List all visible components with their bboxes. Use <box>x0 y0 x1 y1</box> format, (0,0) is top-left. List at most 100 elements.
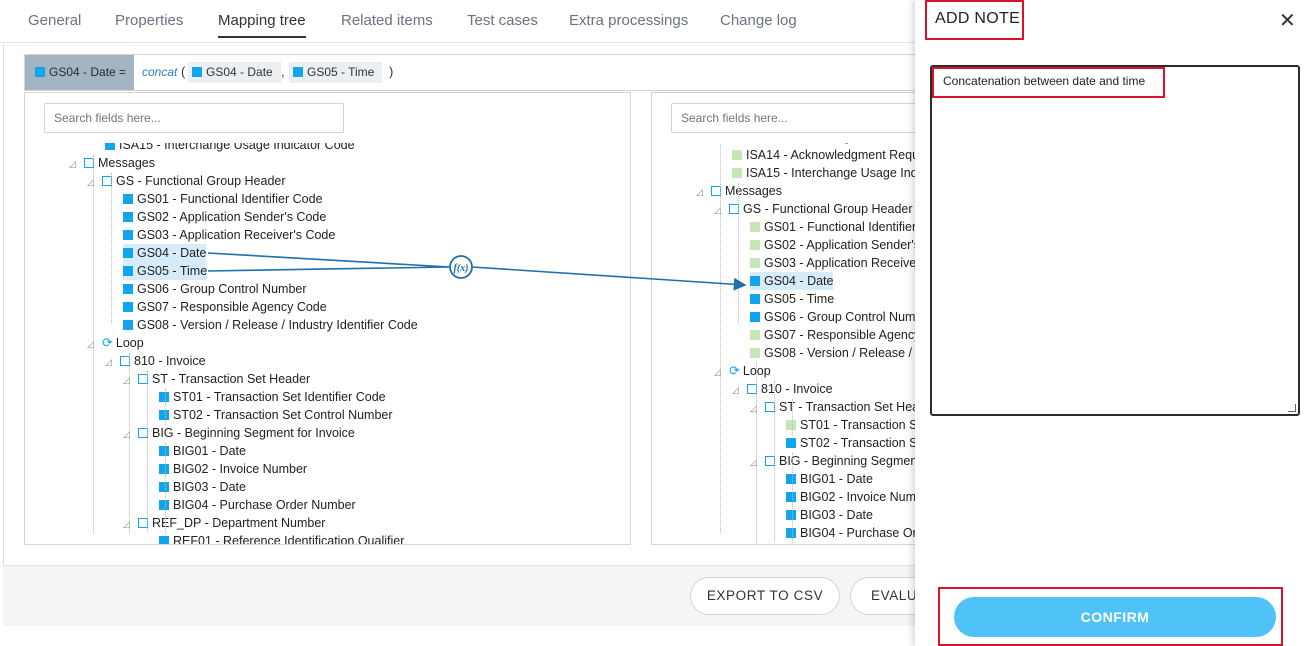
field-square-icon <box>293 67 303 77</box>
tree-row[interactable]: REF01 - Reference Identification Qualifi… <box>159 532 404 544</box>
target-tree-panel: ISA13 - Interchange Control NumberISA14 … <box>651 92 951 545</box>
field-square-icon <box>786 474 796 484</box>
formula-arg-2-label: GS05 - Time <box>307 65 375 79</box>
tree-row[interactable]: ST02 - Transaction Set Control Number <box>159 406 393 424</box>
field-square-icon <box>786 510 796 520</box>
tree-row[interactable]: GS02 - Application Sender's Code <box>123 208 326 226</box>
tree-row[interactable]: BIG03 - Date <box>159 478 246 496</box>
tree-row-label: GS - Functional Group Header <box>116 174 286 188</box>
tree-row-label: 810 - Invoice <box>134 354 206 368</box>
formula-arg-2[interactable]: GS05 - Time <box>289 62 383 83</box>
tab-test-cases[interactable]: Test cases <box>467 12 538 29</box>
tree-guide-line <box>129 353 130 533</box>
tree-row[interactable]: ◿ GS - Functional Group Header <box>87 172 286 190</box>
tab-properties[interactable]: Properties <box>115 12 183 29</box>
open-paren: ( <box>181 64 186 79</box>
tree-row[interactable]: GS06 - Group Control Number <box>750 308 934 326</box>
tree-row[interactable]: BIG02 - Invoice Number <box>159 460 307 478</box>
tree-row[interactable]: ◿ ⟳ Loop <box>714 362 771 380</box>
tree-guide-line <box>756 363 757 543</box>
field-square-icon <box>159 410 169 420</box>
tree-row-label: BIG - Beginning Segment for Invoice <box>152 426 355 440</box>
field-square-icon <box>35 67 45 77</box>
source-search-input[interactable] <box>44 103 344 133</box>
tree-row[interactable]: ISA15 - Interchange Usage Indicator Code <box>105 143 355 154</box>
tree-row[interactable]: GS07 - Responsible Agency Code <box>123 298 327 316</box>
tree-row[interactable]: ◿BIG - Beginning Segment for Invoice <box>123 424 355 442</box>
tab-mapping-tree[interactable]: Mapping tree <box>218 12 306 38</box>
tree-row-label: GS05 - Time <box>764 292 835 306</box>
tree-guide-line <box>165 443 166 533</box>
note-text-highlight-box <box>932 67 1165 98</box>
field-square-icon <box>123 230 133 240</box>
tree-row[interactable]: ST01 - Transaction Set Identifier Code <box>159 388 386 406</box>
tree-row-label: ST02 - Transaction Set Control Number <box>173 408 393 422</box>
tree-row[interactable]: BIG02 - Invoice Number <box>786 488 934 506</box>
tree-row[interactable]: ◿ Messages <box>69 154 155 172</box>
loop-icon: ⟳ <box>729 363 740 378</box>
export-csv-button[interactable]: EXPORT TO CSV <box>690 577 840 615</box>
expand-toggle-icon[interactable]: ◿ <box>105 353 117 371</box>
tree-guide-line <box>93 155 94 533</box>
tree-row-label: ST01 - Transaction Set Identifier Code <box>173 390 386 404</box>
tree-row[interactable]: GS08 - Version / Release / Industry Iden… <box>123 316 418 334</box>
loop-icon: ⟳ <box>102 335 113 350</box>
title-highlight-box <box>925 0 1024 40</box>
close-icon[interactable]: ✕ <box>1279 8 1296 33</box>
tree-row-label: BIG01 - Date <box>800 472 873 486</box>
tree-row-label: GS06 - Group Control Number <box>764 310 934 324</box>
tree-row[interactable]: ◿ GS - Functional Group Header <box>714 200 913 218</box>
tree-guide-line <box>720 143 721 533</box>
tree-row[interactable]: GS04 - Date <box>123 244 207 262</box>
tree-guide-line <box>792 453 793 543</box>
tree-row[interactable]: ◿ REF_DP - Department Number <box>123 514 325 532</box>
expand-toggle-icon[interactable]: ◿ <box>696 183 708 201</box>
tab-general[interactable]: General <box>28 12 81 29</box>
tree-row[interactable]: GS04 - Date <box>750 272 834 290</box>
tab-change-log[interactable]: Change log <box>720 12 797 29</box>
tree-row-label: ST - Transaction Set Header <box>152 372 311 386</box>
expand-toggle-icon[interactable]: ◿ <box>732 381 744 399</box>
tree-row[interactable]: ◿ ⟳ Loop <box>87 334 144 352</box>
tree-row-label: BIG02 - Invoice Number <box>173 462 308 476</box>
tree-row[interactable]: BIG01 - Date <box>786 470 873 488</box>
formula-arg-1-label: GS04 - Date <box>206 65 273 79</box>
field-square-icon <box>750 348 760 358</box>
field-square-icon <box>159 536 169 544</box>
tree-row[interactable]: ◿ ST - Transaction Set Header <box>750 398 937 416</box>
tree-row-label: BIG04 - Purchase Order Number <box>173 498 356 512</box>
field-square-icon <box>159 464 169 474</box>
field-square-icon <box>750 294 760 304</box>
formula-function[interactable]: concat <box>142 65 177 79</box>
field-square-icon <box>786 420 796 430</box>
tree-row[interactable]: GS06 - Group Control Number <box>123 280 307 298</box>
tree-row-label: 810 - Invoice <box>761 382 833 396</box>
tree-row[interactable]: GS01 - Functional Identifier Code <box>123 190 323 208</box>
tree-row[interactable]: GS05 - Time <box>750 290 834 308</box>
resize-handle-icon[interactable] <box>1288 404 1296 412</box>
close-paren: ) <box>389 64 394 79</box>
tab-extra-processings[interactable]: Extra processings <box>569 12 688 29</box>
tree-guide-line <box>738 183 739 323</box>
expand-toggle-icon[interactable]: ◿ <box>69 155 81 173</box>
tree-row[interactable]: ◿ 810 - Invoice <box>732 380 833 398</box>
tree-row[interactable]: BIG04 - Purchase Order Number <box>159 496 356 514</box>
tree-row[interactable]: GS03 - Application Receiver's Code <box>123 226 335 244</box>
target-search-input[interactable] <box>671 103 931 133</box>
tab-related-items[interactable]: Related items <box>341 12 433 29</box>
tree-row[interactable]: BIG01 - Date <box>159 442 246 460</box>
tree-row-label: GS03 - Application Receiver's Code <box>137 228 336 242</box>
tree-row[interactable]: BIG03 - Date <box>786 506 873 524</box>
tree-guide-line <box>792 399 793 435</box>
tree-row[interactable]: GS05 - Time <box>123 262 208 280</box>
field-square-icon <box>786 438 796 448</box>
tree-row-label: BIG03 - Date <box>173 480 246 494</box>
tree-row[interactable]: ◿ 810 - Invoice <box>105 352 206 370</box>
source-tree-panel: ISA15 - Interchange Usage Indicator Code… <box>24 92 631 545</box>
tree-row[interactable]: ◿ ST - Transaction Set Header <box>123 370 310 388</box>
note-textarea[interactable]: Concatenation between date and time <box>930 65 1300 416</box>
field-square-icon <box>750 222 760 232</box>
field-square-icon <box>123 266 133 276</box>
add-note-drawer: ADD NOTE ✕ Concatenation between date an… <box>915 0 1316 646</box>
formula-arg-1[interactable]: GS04 - Date <box>188 62 281 83</box>
